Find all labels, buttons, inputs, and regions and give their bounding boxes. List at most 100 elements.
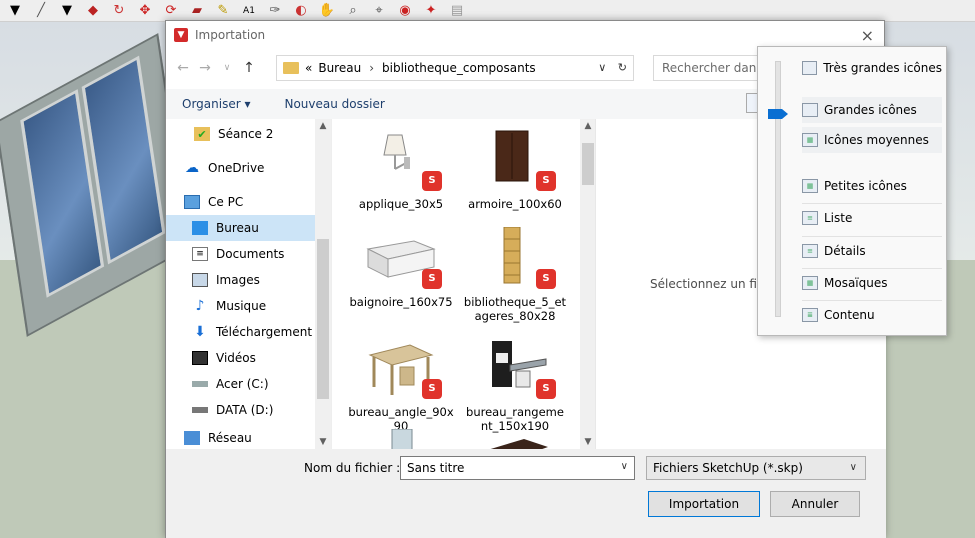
view-option-small-icons[interactable]: ▦ Petites icônes [802,173,942,199]
breadcrumb-bureau[interactable]: Bureau [318,61,361,75]
file-scrollbar[interactable]: ▲ ▼ [580,119,595,449]
nav-item-telechargement[interactable]: ⬇ Téléchargement [166,319,331,345]
music-icon: ♪ [195,298,205,314]
menu-divider [802,236,942,237]
filename-input[interactable]: Sans titre ∨ [400,456,635,480]
file-item[interactable]: S baignoire_160x75 [348,227,454,309]
file-list: S applique_30x5 S armoire_100x60 S baign… [331,119,595,449]
nav-item-musique[interactable]: ♪ Musique [166,293,331,319]
view-option-label: Très grandes icônes [823,61,942,75]
dropdown-arrow-icon[interactable]: ▼ [4,1,26,21]
line-tool-icon[interactable]: ╱ [30,1,52,21]
scale-icon[interactable]: ▰ [186,1,208,21]
breadcrumb-bibliotheque[interactable]: bibliotheque_composants [382,61,536,75]
extension-icon[interactable]: ✦ [420,1,442,21]
nav-item-videos[interactable]: Vidéos [166,345,331,371]
new-folder-button[interactable]: Nouveau dossier [284,97,384,111]
sketchup-file-icon: S [536,379,556,399]
sofa-icon [480,429,550,449]
import-button[interactable]: Importation [648,491,760,517]
file-item[interactable]: S applique_30x5 [348,129,454,211]
scroll-down-icon[interactable]: ▼ [315,437,331,447]
paint-bucket-icon[interactable]: ✑ [264,1,286,21]
zoom-icon[interactable]: ⌕ [342,1,364,21]
scroll-up-icon[interactable]: ▲ [315,121,331,131]
text-tool-icon[interactable]: A1 [238,1,260,21]
nav-item-reseau[interactable]: Réseau [166,431,331,445]
nav-item-data-d[interactable]: DATA (D:) [166,397,331,423]
view-size-slider[interactable] [775,61,781,317]
view-option-tiles[interactable]: ▦ Mosaïques [802,270,942,296]
tape-measure-icon[interactable]: ✎ [212,1,234,21]
organize-menu[interactable]: Organiser ▾ [182,97,250,111]
file-item[interactable]: S bibliotheque_5_et ageres_80x28 [462,226,568,323]
warehouse-icon[interactable]: ◉ [394,1,416,21]
nav-item-onedrive[interactable]: ☁ OneDrive [166,155,331,181]
file-name-line: bureau_rangeme [466,405,564,419]
filename-value: Sans titre [407,461,465,475]
scroll-up-icon[interactable]: ▲ [580,121,595,131]
breadcrumb-separator[interactable]: › [369,61,374,75]
address-dropdown-icon[interactable]: ∨ [598,61,606,74]
rotate-icon[interactable]: ⟳ [160,1,182,21]
download-icon: ⬇ [194,324,206,340]
scroll-down-icon[interactable]: ▼ [580,437,595,447]
dialog-titlebar: ▼ Importation [166,21,884,49]
cancel-button[interactable]: Annuler [770,491,860,517]
file-item[interactable] [462,429,568,449]
view-option-extra-large-icons[interactable]: Très grandes icônes [802,55,942,81]
recent-locations-icon[interactable]: ∨ [216,63,238,73]
dialog-title: Importation [195,28,266,42]
nav-item-label: Bureau [216,221,259,235]
details-icon: ≡ [802,244,818,258]
pan-icon[interactable]: ✋ [316,1,338,21]
sketchup-file-icon: S [422,379,442,399]
address-bar[interactable]: « Bureau › bibliotheque_composants ∨ ↻ [276,55,634,81]
view-slider-thumb[interactable] [768,109,788,119]
move-icon[interactable]: ✥ [134,1,156,21]
drive-icon [192,407,208,413]
file-type-select[interactable]: Fichiers SketchUp (*.skp) ∨ [646,456,866,480]
view-option-medium-icons[interactable]: ▦ Icônes moyennes [802,127,942,153]
file-item[interactable]: S bureau_angle_90x 90 [348,337,454,433]
nav-item-documents[interactable]: ≡ Documents [166,241,331,267]
sketchup-file-icon: S [536,269,556,289]
file-item[interactable]: S bureau_rangeme nt_150x190 [462,337,568,433]
file-item[interactable] [348,428,454,449]
zoom-extents-icon[interactable]: ⌖ [368,1,390,21]
breadcrumb-prefix[interactable]: « [305,61,312,75]
nav-item-ce-pc[interactable]: Ce PC [166,189,331,215]
orbit-icon[interactable]: ◐ [290,1,312,21]
layout-icon[interactable]: ▤ [446,1,468,21]
view-option-details[interactable]: ≡ Détails [802,238,942,264]
large-icons-icon [802,103,818,117]
nav-item-label: Vidéos [216,351,256,365]
nav-item-images[interactable]: Images [166,267,331,293]
view-option-label: Détails [824,244,866,258]
view-option-large-icons[interactable]: Grandes icônes [802,97,942,123]
menu-divider [802,300,942,301]
dropdown-arrow-icon[interactable]: ▼ [56,1,78,21]
nav-item-bureau[interactable]: Bureau [166,215,331,241]
office-desk-icon: S [480,337,556,399]
nav-item-seance2[interactable]: ✔ Séance 2 [166,121,331,147]
chevron-down-icon[interactable]: ∨ [621,461,628,472]
nav-scrollbar[interactable]: ▲ ▼ [315,119,331,449]
view-option-list[interactable]: ≡ Liste [802,205,942,231]
nav-scroll-thumb[interactable] [317,239,329,399]
chevron-down-icon[interactable]: ∨ [850,462,857,473]
medium-icons-icon: ▦ [802,133,818,147]
up-arrow-icon[interactable]: ↑ [238,60,260,76]
sketchup-file-icon: S [536,171,556,191]
file-scroll-thumb[interactable] [582,143,594,185]
nav-item-acer-c[interactable]: Acer (C:) [166,371,331,397]
file-item[interactable]: S armoire_100x60 [462,129,568,211]
push-pull-icon[interactable]: ◆ [82,1,104,21]
refresh-icon[interactable]: ↻ [618,61,627,74]
back-arrow-icon[interactable]: ← [172,60,194,76]
view-option-content[interactable]: ≣ Contenu [802,302,942,328]
forward-arrow-icon[interactable]: → [194,60,216,76]
search-input[interactable]: Rechercher dans [653,55,773,81]
follow-me-icon[interactable]: ↻ [108,1,130,21]
close-icon[interactable]: × [861,26,874,45]
